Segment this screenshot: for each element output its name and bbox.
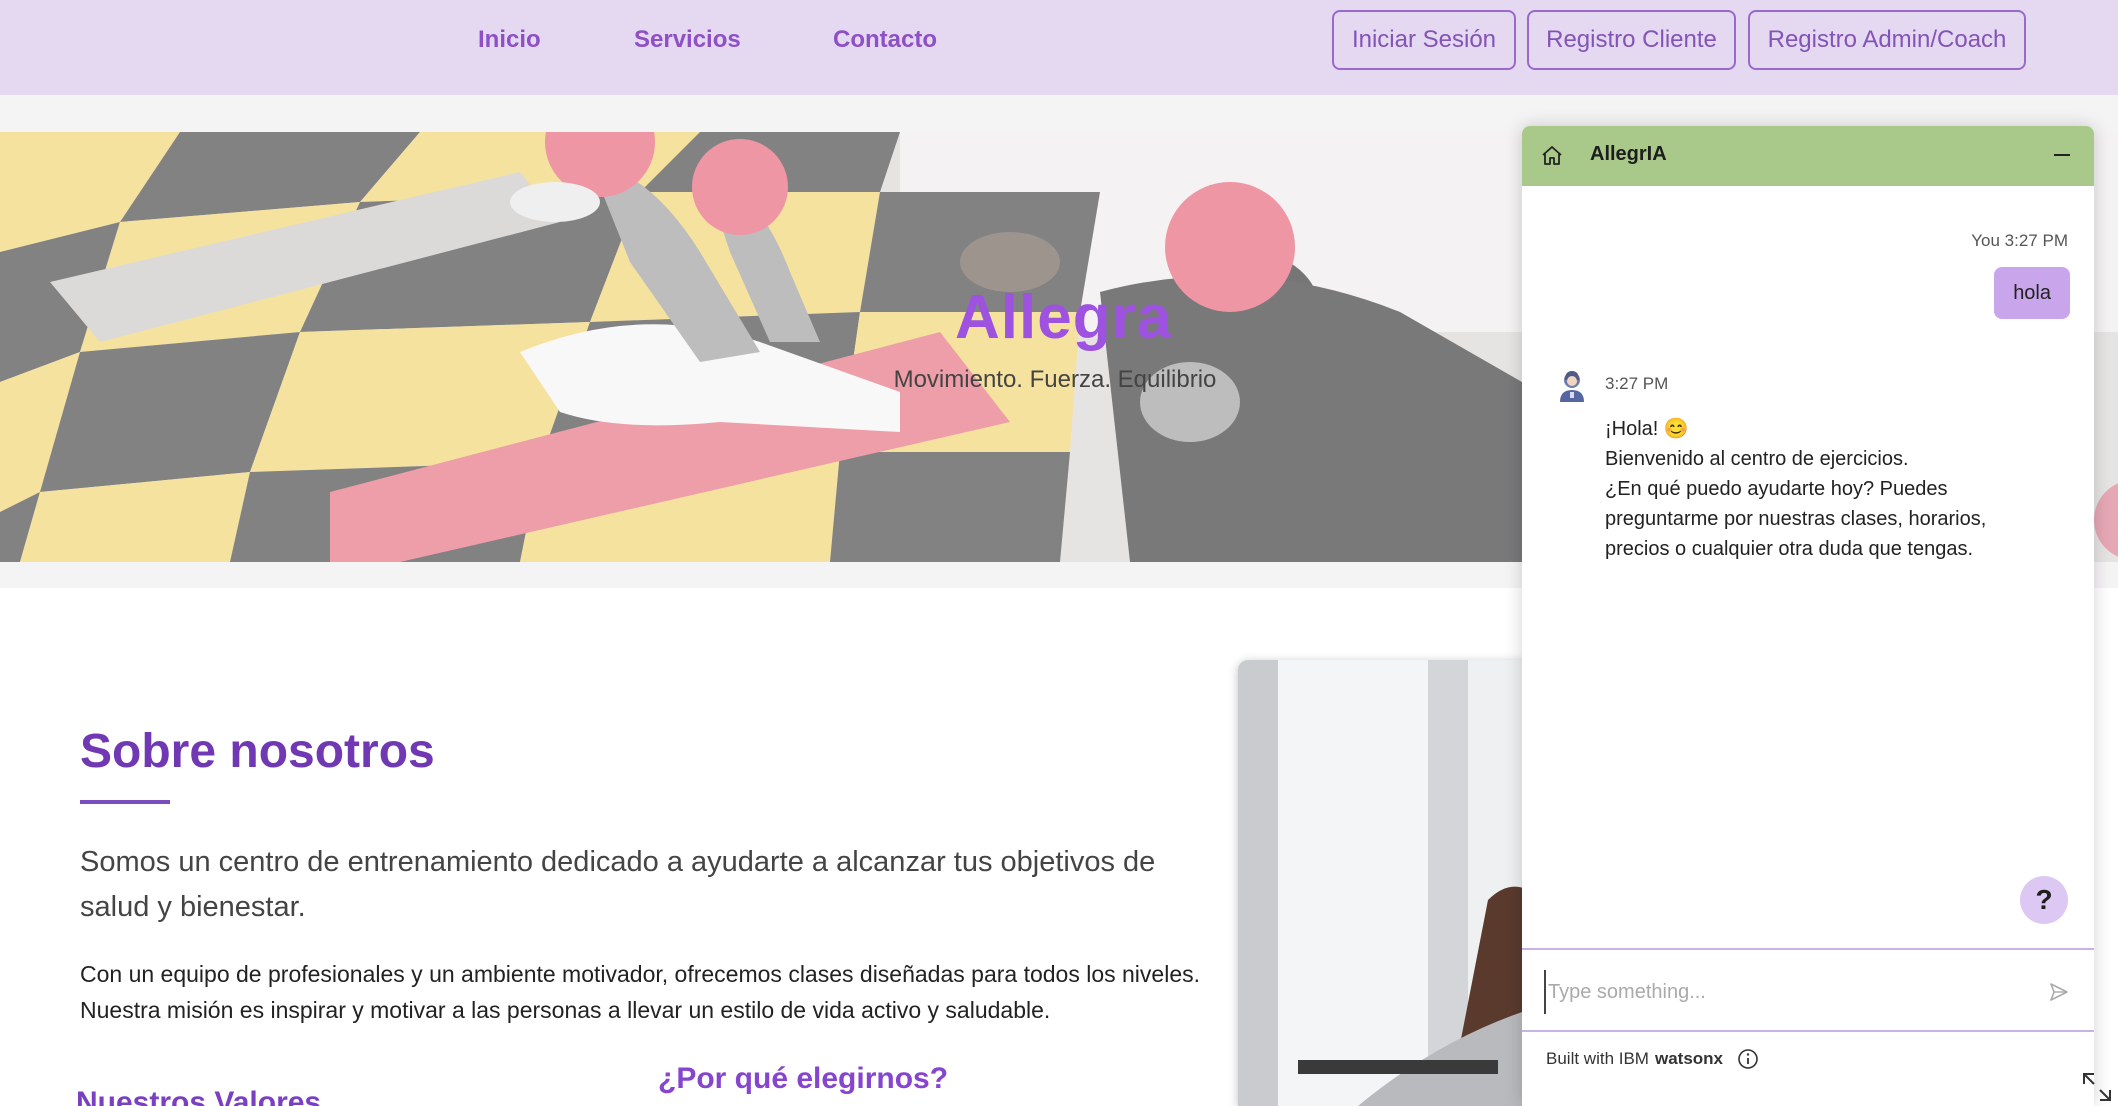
- why-choose-us-title: ¿Por qué elegirnos?: [658, 1062, 949, 1095]
- chat-input-area: [1522, 948, 2094, 1032]
- about-body-text: Con un equipo de profesionales y un ambi…: [80, 961, 1201, 1023]
- help-button[interactable]: ?: [2020, 876, 2068, 924]
- bot-message: ¡Hola! 😊 Bienvenido al centro de ejercic…: [1605, 414, 2045, 564]
- studio-photo: [1238, 660, 1528, 1106]
- chat-widget: AllegrIA You 3:27 PM hola 3:27 PM ¡Hola!…: [1522, 126, 2094, 1106]
- chat-message-input[interactable]: [1544, 970, 2014, 1014]
- nav-link-contacto[interactable]: Contacto: [833, 26, 937, 54]
- register-client-button[interactable]: Registro Cliente: [1527, 10, 1736, 70]
- bot-message-meta: 3:27 PM: [1605, 374, 1669, 393]
- hero-subtitle: Movimiento. Fuerza. Equilibrio: [893, 366, 1217, 393]
- bot-message-line: Bienvenido al centro de ejercicios.: [1605, 448, 1909, 470]
- about-lead-text: Somos un centro de entrenamiento dedicad…: [80, 846, 1156, 923]
- bot-avatar-icon: [1560, 371, 1584, 402]
- footer-prefix: Built with IBM: [1546, 1049, 1649, 1068]
- user-message-meta: You 3:27 PM: [1971, 231, 2068, 250]
- top-navbar: Inicio Servicios Contacto Iniciar Sesión…: [0, 0, 2118, 95]
- about-image: [1238, 660, 1528, 1106]
- footer-brand: watsonx: [1654, 1049, 1724, 1068]
- home-icon[interactable]: [1540, 144, 1564, 168]
- chat-header: AllegrIA: [1522, 126, 2094, 186]
- values-title: Nuestros Valores: [76, 1086, 322, 1106]
- bot-message-line: ¿En qué puedo ayudarte hoy? Puedes pregu…: [1605, 478, 1987, 560]
- about-title: Sobre nosotros: [80, 725, 435, 778]
- info-icon[interactable]: [1737, 1048, 1759, 1070]
- chat-footer: Built with IBM watsonx: [1546, 1048, 1759, 1070]
- about-title-underline: [80, 800, 170, 804]
- nav-link-inicio[interactable]: Inicio: [478, 26, 541, 54]
- nav-link-servicios[interactable]: Servicios: [634, 26, 741, 54]
- send-icon[interactable]: [2048, 981, 2070, 1003]
- expand-icon[interactable]: [2080, 1070, 2114, 1104]
- chat-assistant-name: AllegrIA: [1590, 143, 1667, 165]
- user-message-bubble: hola: [1994, 267, 2070, 319]
- bot-message-line: ¡Hola! 😊: [1605, 418, 1689, 440]
- minimize-icon[interactable]: [2048, 140, 2076, 168]
- hero-title: Allegra: [955, 283, 1173, 352]
- login-button[interactable]: Iniciar Sesión: [1332, 10, 1516, 70]
- register-admin-coach-button[interactable]: Registro Admin/Coach: [1748, 10, 2026, 70]
